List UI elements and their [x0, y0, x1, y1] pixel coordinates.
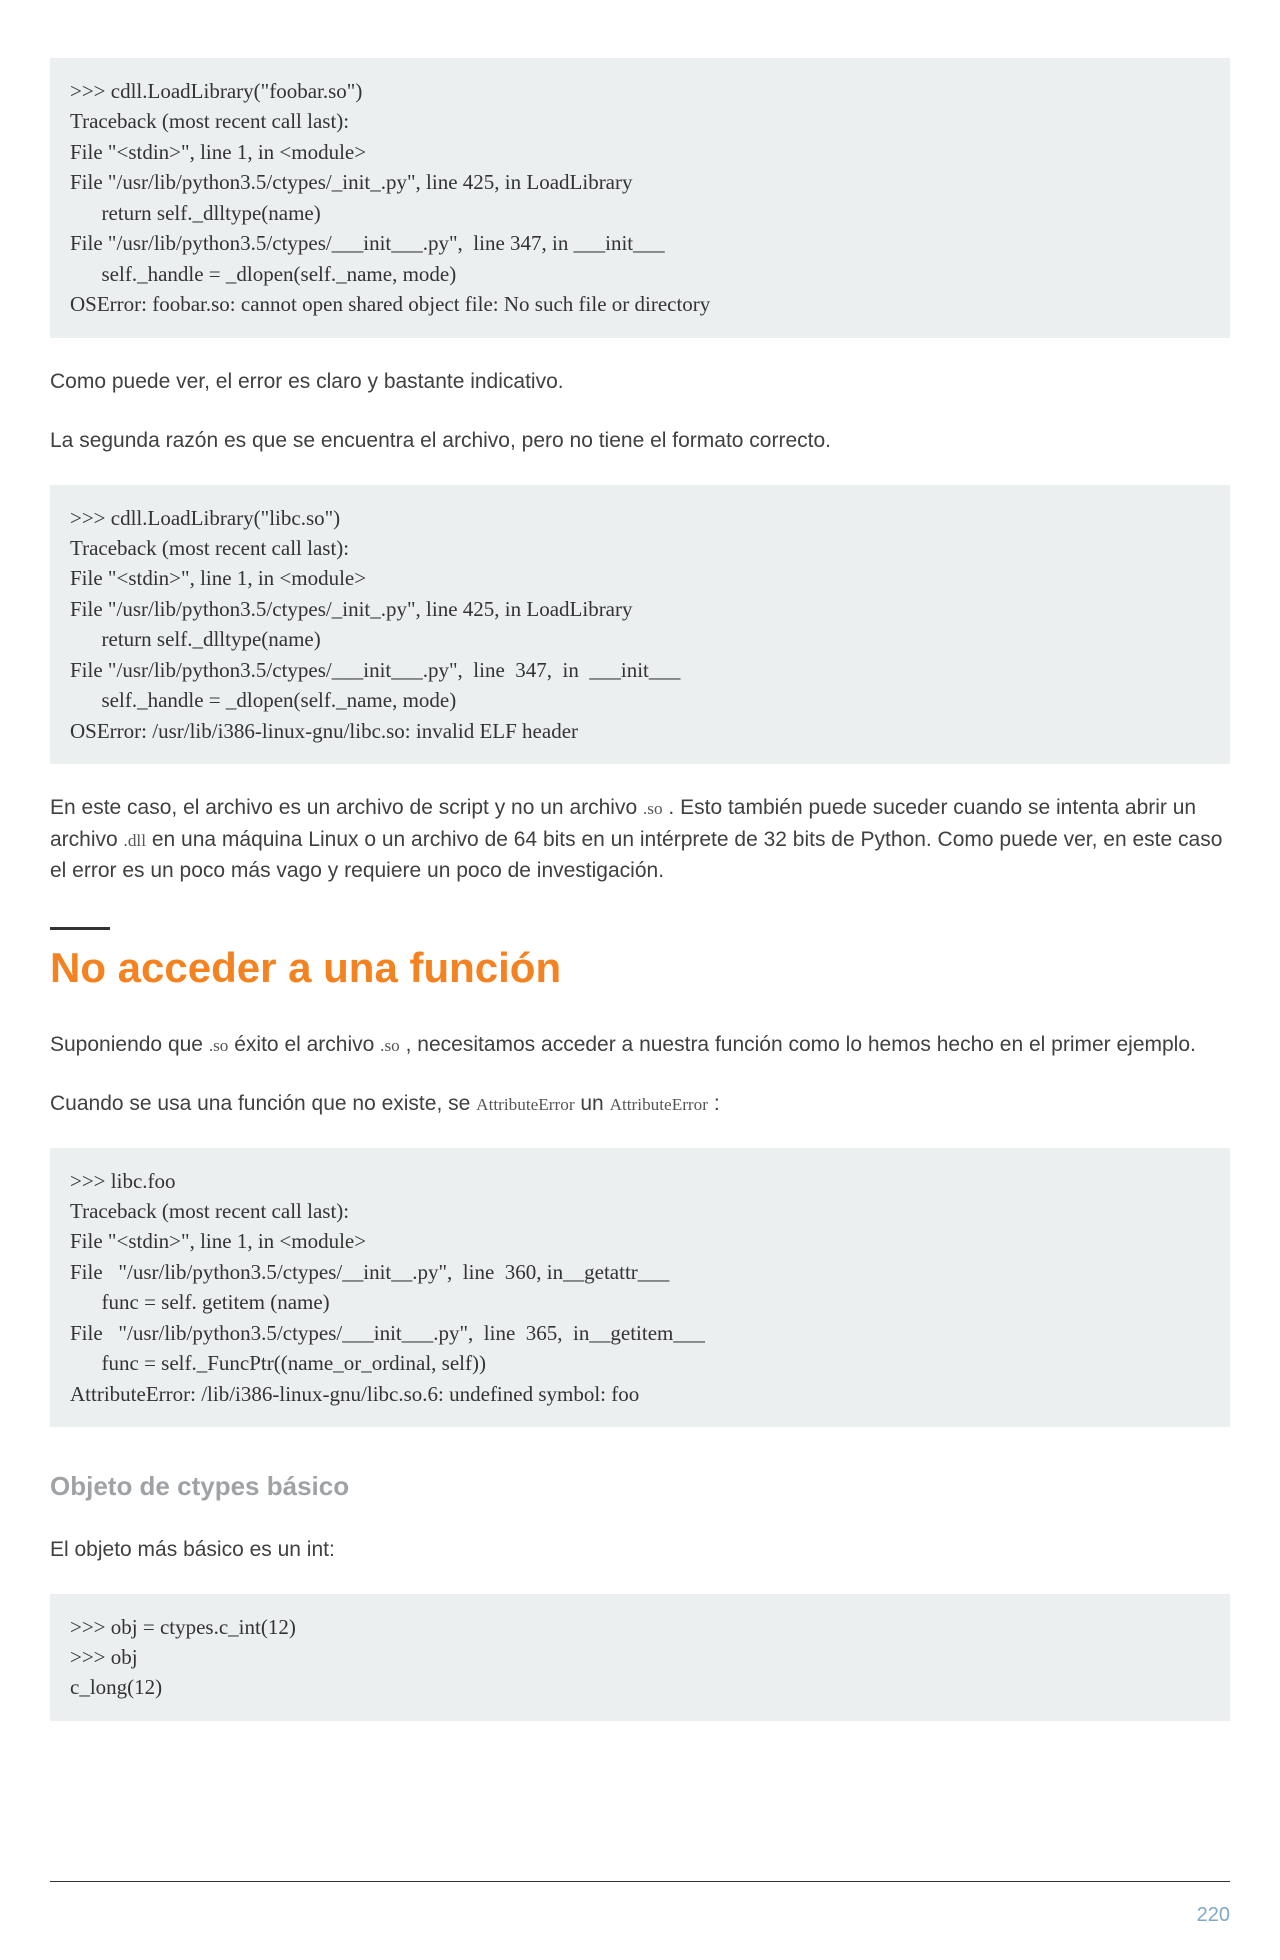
inline-code-attrerr-2: AttributeError: [610, 1095, 708, 1114]
code-block-2: >>> cdll.LoadLibrary("libc.so") Tracebac…: [50, 485, 1230, 765]
para4-text-c: , necesitamos acceder a nuestra función …: [400, 1033, 1196, 1056]
paragraph-2: La segunda razón es que se encuentra el …: [50, 425, 1230, 457]
inline-code-so-2: .so: [380, 1036, 400, 1055]
section-heading: No acceder a una función: [50, 927, 1230, 999]
sub-heading: Objeto de ctypes básico: [50, 1467, 1230, 1506]
code-block-4: >>> obj = ctypes.c_int(12) >>> obj c_lon…: [50, 1594, 1230, 1721]
inline-code-dll: .dll: [124, 831, 146, 850]
paragraph-3: En este caso, el archivo es un archivo d…: [50, 792, 1230, 887]
paragraph-5: Cuando se usa una función que no existe,…: [50, 1088, 1230, 1120]
para4-text-b: éxito el archivo: [228, 1033, 380, 1056]
footer-rule: [50, 1881, 1230, 1882]
section-heading-text: No acceder a una función: [50, 944, 561, 991]
para3-text-c: en una máquina Linux o un archivo de 64 …: [50, 828, 1222, 883]
paragraph-4: Suponiendo que .so éxito el archivo .so …: [50, 1029, 1230, 1061]
para3-text-a: En este caso, el archivo es un archivo d…: [50, 796, 643, 819]
para5-text-b: un: [575, 1092, 610, 1115]
para5-text-a: Cuando se usa una función que no existe,…: [50, 1092, 476, 1115]
inline-code-so: .so: [643, 799, 663, 818]
code-block-3: >>> libc.foo Traceback (most recent call…: [50, 1148, 1230, 1428]
inline-code-attrerr-1: AttributeError: [476, 1095, 574, 1114]
code-block-1: >>> cdll.LoadLibrary("foobar.so") Traceb…: [50, 58, 1230, 338]
page-number: 220: [50, 1900, 1230, 1930]
para4-text-a: Suponiendo que: [50, 1033, 209, 1056]
inline-code-so-1: .so: [209, 1036, 229, 1055]
paragraph-1: Como puede ver, el error es claro y bast…: [50, 366, 1230, 398]
paragraph-6: El objeto más básico es un int:: [50, 1534, 1230, 1566]
heading-overline: [50, 927, 110, 930]
para5-text-c: :: [708, 1092, 720, 1115]
